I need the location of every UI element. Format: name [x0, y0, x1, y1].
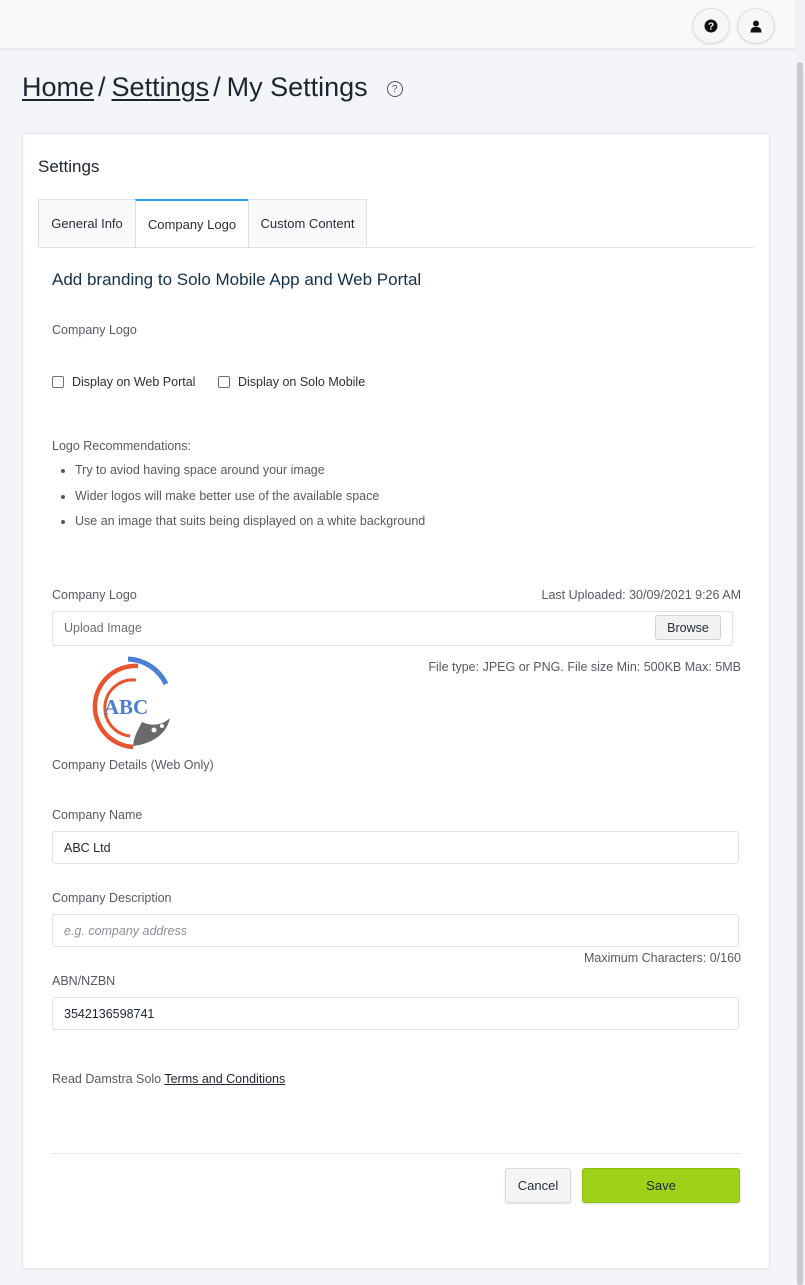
svg-text:?: ?	[708, 22, 714, 33]
page-help-icon[interactable]: ?	[386, 81, 403, 97]
display-solo-mobile-option[interactable]: Display on Solo Mobile	[218, 375, 365, 389]
abn-nzbn-label: ABN/NZBN	[52, 974, 116, 988]
file-type-hint: File type: JPEG or PNG. File size Min: 5…	[428, 660, 741, 674]
upload-logo-label: Company Logo	[52, 588, 137, 602]
browse-button[interactable]: Browse	[655, 615, 721, 640]
terms-prefix: Read Damstra Solo	[52, 1072, 162, 1086]
page-title: My Settings	[226, 72, 368, 102]
user-menu-button[interactable]	[737, 8, 775, 44]
logo-recommendations-title: Logo Recommendations:	[52, 439, 191, 453]
max-characters-text: Maximum Characters: 0/160	[583, 951, 741, 965]
recommendations-list: Try to aviod having space around your im…	[52, 463, 425, 540]
breadcrumb-home-link[interactable]: Home	[22, 72, 94, 103]
top-bar: ?	[0, 0, 795, 49]
cancel-button[interactable]: Cancel	[505, 1168, 571, 1203]
scrollbar-thumb[interactable]	[797, 62, 803, 1285]
company-logo-image: ABC	[92, 656, 170, 750]
user-icon	[750, 20, 762, 32]
display-solo-mobile-checkbox[interactable]	[218, 376, 230, 388]
settings-card: Settings General Info Company Logo Custo…	[22, 133, 770, 1269]
terms-and-conditions-link[interactable]: Terms and Conditions	[164, 1072, 285, 1086]
abn-nzbn-input[interactable]: 3542136598741	[52, 997, 739, 1030]
save-button[interactable]: Save	[582, 1168, 740, 1203]
company-details-label: Company Details (Web Only)	[52, 758, 214, 772]
terms-text: Read Damstra Solo Terms and Conditions	[52, 1072, 285, 1086]
display-web-portal-label: Display on Web Portal	[72, 375, 196, 389]
logo-text: ABC	[104, 695, 148, 719]
upload-image-field[interactable]: Upload Image Browse	[52, 611, 733, 646]
svg-text:ABC: ABC	[104, 695, 148, 719]
company-logo-label: Company Logo	[52, 323, 137, 337]
question-circle-icon: ?	[704, 19, 718, 33]
company-name-label: Company Name	[52, 808, 143, 822]
display-solo-mobile-label: Display on Solo Mobile	[238, 375, 366, 389]
breadcrumb-separator: /	[98, 72, 106, 102]
breadcrumb: Home / Settings / My Settings ?	[22, 72, 403, 103]
breadcrumb-separator: /	[213, 72, 221, 102]
display-web-portal-checkbox[interactable]	[52, 376, 64, 388]
last-uploaded-text: Last Uploaded: 30/09/2021 9:26 AM	[541, 588, 741, 602]
footer-divider	[52, 1153, 740, 1154]
card-title: Settings	[38, 157, 100, 176]
upload-image-placeholder: Upload Image	[64, 621, 142, 635]
help-button[interactable]: ?	[692, 8, 730, 44]
tabs-divider	[38, 247, 754, 248]
company-name-input[interactable]: ABC Ltd	[52, 831, 739, 864]
tab-company-logo[interactable]: Company Logo	[135, 199, 249, 248]
list-item: Wider logos will make better use of the …	[52, 489, 425, 515]
branding-title: Add branding to Solo Mobile App and Web …	[52, 270, 422, 289]
list-item: Try to aviod having space around your im…	[52, 463, 425, 489]
tab-general-info[interactable]: General Info	[38, 199, 136, 246]
tab-custom-content[interactable]: Custom Content	[248, 199, 367, 246]
company-description-label: Company Description	[52, 891, 172, 905]
display-web-portal-option[interactable]: Display on Web Portal	[52, 375, 195, 389]
breadcrumb-settings-link[interactable]: Settings	[112, 72, 210, 103]
list-item: Use an image that suits being displayed …	[52, 514, 425, 540]
company-description-input[interactable]: e.g. company address	[52, 914, 739, 947]
